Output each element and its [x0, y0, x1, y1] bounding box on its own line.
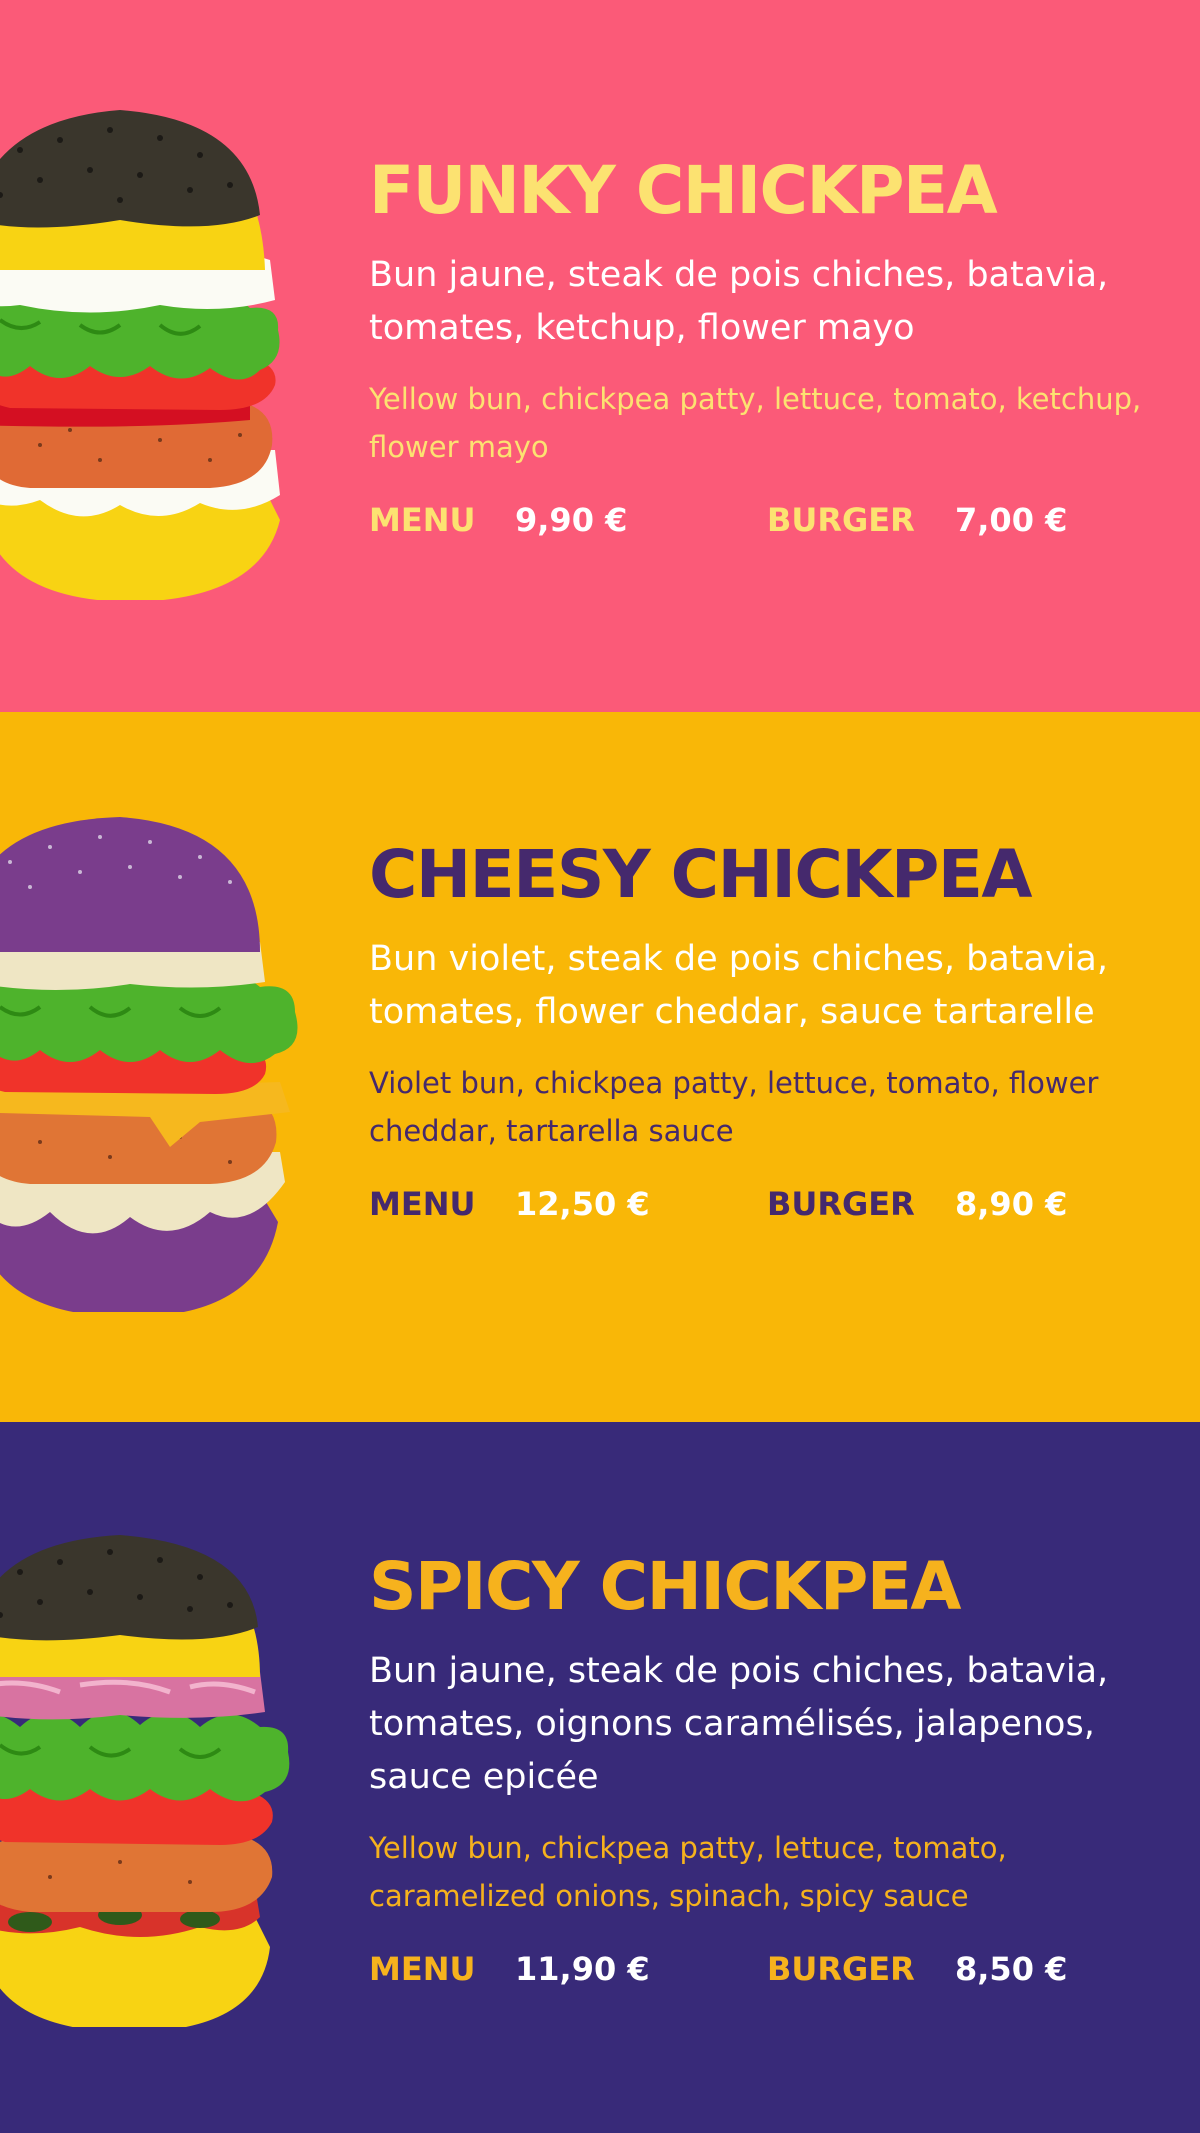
- description-english: Yellow bun, chickpea patty, lettuce, tom…: [369, 1831, 1007, 1914]
- description-french: Bun jaune, steak de pois chiches, batavi…: [369, 1651, 1109, 1798]
- burger-title: FUNKY CHICKPEA: [369, 152, 998, 229]
- burger-price: 7,00 €: [955, 501, 1068, 540]
- price-row: MENU 9,90 € BURGER 7,00 €: [369, 501, 1169, 541]
- burger-title: SPICY CHICKPEA: [369, 1548, 962, 1625]
- burger-image: [0, 817, 298, 1312]
- menu-price: 9,90 €: [515, 501, 628, 540]
- menu-label: MENU: [369, 501, 476, 540]
- menu-item-spicy-chickpea: SPICY CHICKPEA Bun jaune, steak de pois …: [0, 1422, 1200, 2133]
- burger-title: CHEESY CHICKPEA: [369, 836, 1033, 913]
- menu-label: MENU: [369, 1950, 476, 1989]
- description-french: Bun violet, steak de pois chiches, batav…: [369, 939, 1108, 1033]
- burger-details: SPICY CHICKPEA Bun jaune, steak de pois …: [369, 1552, 1169, 1990]
- description-english: Violet bun, chickpea patty, lettuce, tom…: [369, 1066, 1099, 1149]
- burger-details: CHEESY CHICKPEA Bun violet, steak de poi…: [369, 840, 1169, 1225]
- burger-price: 8,50 €: [955, 1950, 1068, 1989]
- burger-label: BURGER: [767, 1950, 915, 1989]
- price-row: MENU 12,50 € BURGER 8,90 €: [369, 1185, 1169, 1225]
- description-english: Yellow bun, chickpea patty, lettuce, tom…: [369, 382, 1142, 465]
- menu-label: MENU: [369, 1185, 476, 1224]
- burger-details: FUNKY CHICKPEA Bun jaune, steak de pois …: [369, 156, 1169, 541]
- price-row: MENU 11,90 € BURGER 8,50 €: [369, 1950, 1169, 1990]
- menu-price: 11,90 €: [515, 1950, 650, 1989]
- description-french: Bun jaune, steak de pois chiches, batavi…: [369, 255, 1109, 349]
- menu-item-funky-chickpea: FUNKY CHICKPEA Bun jaune, steak de pois …: [0, 0, 1200, 712]
- burger-label: BURGER: [767, 501, 915, 540]
- menu-item-cheesy-chickpea: CHEESY CHICKPEA Bun violet, steak de poi…: [0, 712, 1200, 1422]
- burger-label: BURGER: [767, 1185, 915, 1224]
- menu-price: 12,50 €: [515, 1185, 650, 1224]
- burger-image: [0, 1535, 290, 2027]
- burger-image: [0, 110, 280, 600]
- burger-price: 8,90 €: [955, 1185, 1068, 1224]
